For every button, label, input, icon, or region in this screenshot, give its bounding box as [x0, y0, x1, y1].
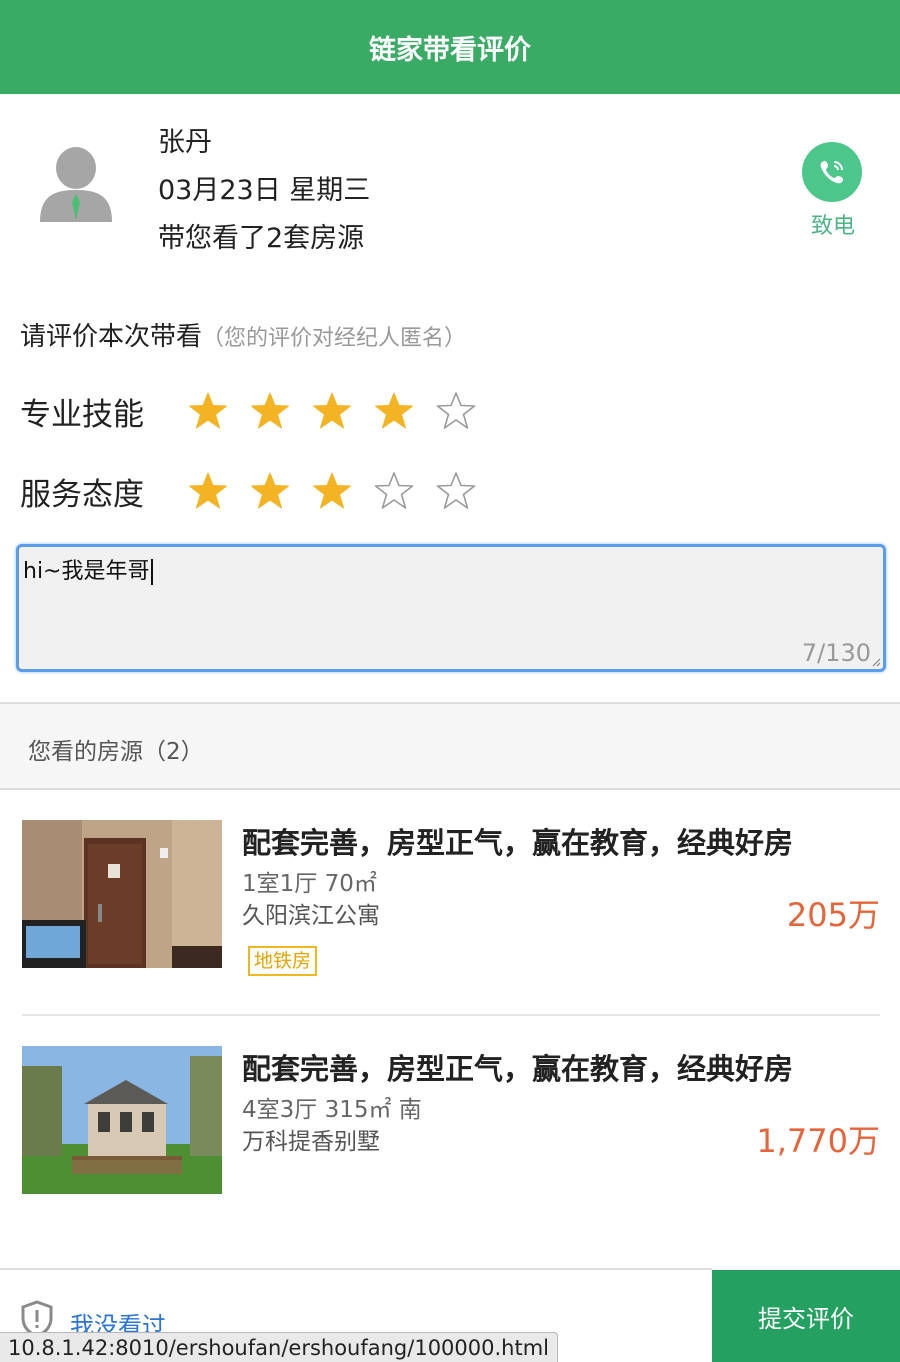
comment-textarea[interactable]: hi~我是年哥 7/130 [16, 544, 886, 672]
star-filled-icon[interactable] [374, 391, 414, 431]
submit-label[interactable]: 提交评价 [758, 1299, 854, 1334]
listings-section-title: 您看的房源（2） [28, 739, 204, 765]
star-filled-icon[interactable] [250, 471, 290, 511]
star-filled-icon[interactable] [312, 471, 352, 511]
star-filled-icon[interactable] [188, 391, 228, 431]
listing-item[interactable]: 配套完善，房型正气，赢在教育，经典好房 4室3厅 315㎡ 南 万科提香别墅 1… [22, 1046, 880, 1196]
listing-price: 205万 [786, 896, 880, 934]
char-counter: 7/130 [801, 639, 871, 667]
page-title: 链家带看评价 [369, 34, 531, 66]
agent-name: 张丹 [158, 127, 212, 158]
person-avatar-icon [36, 144, 116, 224]
rating-attitude: 服务态度 [20, 466, 498, 516]
submit-review-button[interactable]: 提交评价 [712, 1270, 900, 1362]
listing-price: 1,770万 [756, 1122, 880, 1160]
resize-handle-icon[interactable] [871, 657, 881, 667]
listing-spec: 4室3厅 315㎡ 南 [242, 1097, 422, 1123]
status-bar-url: 10.8.1.42:8010/ershoufan/ershoufang/1000… [0, 1332, 559, 1362]
listing-title[interactable]: 配套完善，房型正气，赢在教育，经典好房 [242, 820, 793, 862]
listing-tag: 地铁房 [248, 946, 318, 976]
rating-label: 服务态度 [20, 476, 144, 513]
page-header: 链家带看评价 [0, 0, 900, 94]
listing-divider [22, 1014, 880, 1016]
star-empty-icon[interactable] [374, 471, 414, 511]
listing-community: 万科提香别墅 [242, 1129, 380, 1155]
review-prompt-text: 请评价本次带看 [20, 322, 203, 352]
rating-label: 专业技能 [20, 396, 144, 433]
star-empty-icon[interactable] [436, 471, 476, 511]
listing-photo[interactable] [22, 1046, 222, 1194]
listings-section-header: 您看的房源（2） [0, 702, 900, 790]
star-rating[interactable] [188, 391, 498, 431]
call-label[interactable]: 致电 [802, 208, 864, 240]
rating-skill: 专业技能 [20, 386, 498, 436]
phone-icon[interactable] [802, 142, 862, 202]
listing-community: 久阳滨江公寓 [242, 903, 380, 929]
review-prompt: 请评价本次带看（您的评价对经纪人匿名） [20, 316, 466, 353]
agent-card: 张丹 03月23日 星期三 带您看了2套房源 致电 [0, 94, 900, 284]
listing-spec: 1室1厅 70㎡ [242, 871, 377, 897]
visit-date: 03月23日 星期三 [158, 175, 371, 206]
star-empty-icon[interactable] [436, 391, 476, 431]
footer-divider [0, 1268, 712, 1270]
star-filled-icon[interactable] [312, 391, 352, 431]
star-filled-icon[interactable] [250, 391, 290, 431]
star-rating[interactable] [188, 471, 498, 511]
star-filled-icon[interactable] [188, 471, 228, 511]
visit-summary: 带您看了2套房源 [158, 223, 365, 254]
listing-photo[interactable] [22, 820, 222, 968]
listing-item[interactable]: 配套完善，房型正气，赢在教育，经典好房 1室1厅 70㎡ 久阳滨江公寓 205万… [22, 820, 880, 976]
comment-text[interactable]: hi~我是年哥 [23, 553, 153, 585]
call-button[interactable]: 致电 [802, 142, 864, 240]
text-caret [150, 559, 153, 585]
review-prompt-hint: （您的评价对经纪人匿名） [202, 326, 467, 351]
listing-title[interactable]: 配套完善，房型正气，赢在教育，经典好房 [242, 1046, 793, 1088]
